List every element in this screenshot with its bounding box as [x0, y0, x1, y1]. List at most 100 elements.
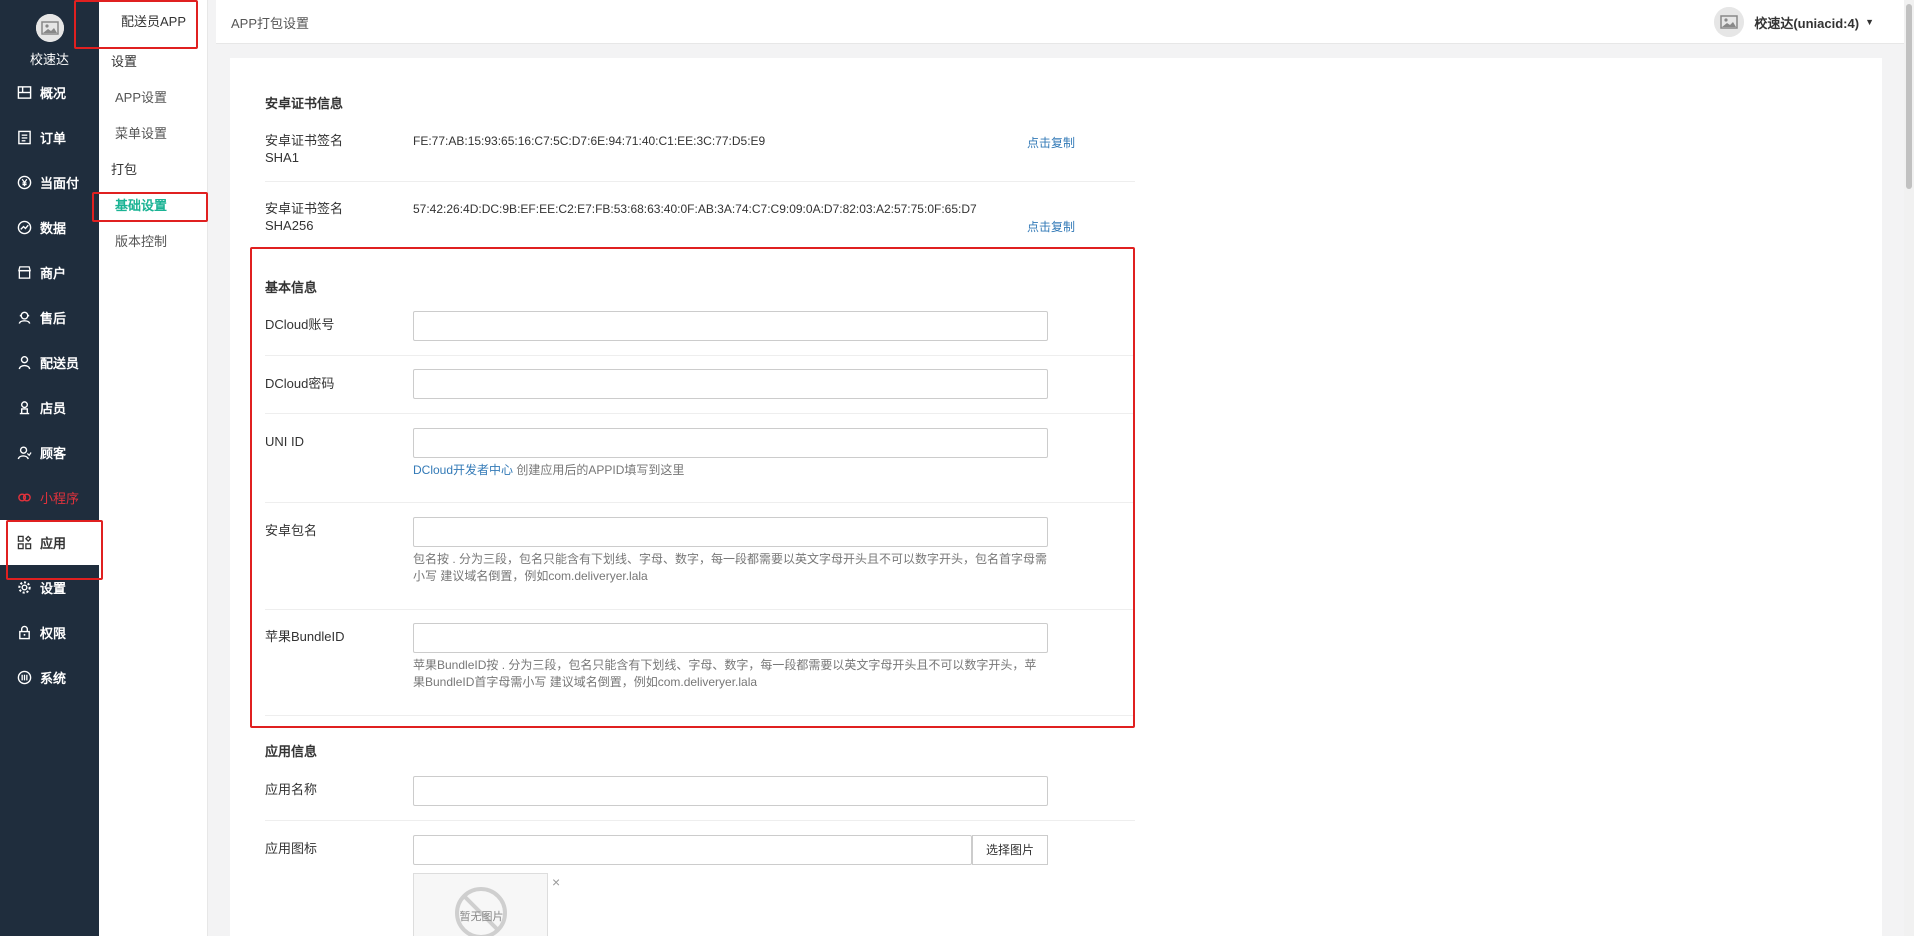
main-panel: 安卓证书信息 安卓证书签名 SHA1 FE:77:AB:15:93:65:16:…	[230, 58, 1882, 936]
sidebar-item-mini-program[interactable]: 小程序	[0, 475, 99, 520]
user-name: 校速达(uniacid:4)	[1754, 15, 1860, 31]
sub-sidebar: 配送员APP 设置 APP设置 菜单设置 打包 基础设置 版本控制	[99, 0, 208, 936]
divider	[265, 413, 1135, 414]
sidebar-item-couriers[interactable]: 配送员	[0, 340, 99, 385]
app-name-label: 应用名称	[265, 782, 318, 797]
sidebar-item-overview[interactable]: 概况	[0, 70, 99, 115]
lock-icon	[16, 625, 32, 641]
sha1-label-line2: SHA1	[265, 150, 299, 165]
overview-icon	[16, 85, 32, 101]
uni-id-input[interactable]	[413, 428, 1048, 458]
yuan-icon	[16, 175, 32, 191]
sidebar-item-customers[interactable]: 顾客	[0, 430, 99, 475]
sidebar-item-label: 配送员	[40, 356, 80, 371]
sidebar-item-label: 顾客	[40, 446, 67, 461]
basic-section-title: 基本信息	[265, 280, 318, 295]
apps-icon	[16, 535, 32, 551]
app-section-title: 应用信息	[265, 744, 318, 759]
sidebar-item-apps[interactable]: 应用	[0, 520, 99, 565]
courier-icon	[16, 355, 32, 371]
brand-logo-icon	[36, 14, 64, 42]
sha1-label: 安卓证书签名 SHA1	[265, 132, 385, 166]
sha1-label-line1: 安卓证书签名	[265, 133, 344, 148]
no-image-text: 暂无图片	[459, 911, 504, 923]
subnav-item-menu-settings[interactable]: 菜单设置	[99, 116, 207, 152]
subnav-item-app-settings[interactable]: APP设置	[99, 80, 207, 116]
brand[interactable]: 校速达	[0, 0, 99, 76]
main-menu: 概况 订单 当面付 数据 商户 售后 配送员 店员 顾客 小程序 应用 设置 权…	[0, 70, 99, 700]
sidebar-item-label: 概况	[40, 86, 67, 101]
sidebar-item-label: 系统	[40, 671, 67, 686]
sidebar-item-permissions[interactable]: 权限	[0, 610, 99, 655]
dcloud-password-label: DCloud密码	[265, 376, 335, 391]
android-package-input[interactable]	[413, 517, 1048, 547]
main-sidebar: 校速达 概况 订单 当面付 数据 商户 售后 配送员 店员 顾客 小程序 应用 …	[0, 0, 99, 936]
android-package-label: 安卓包名	[265, 523, 318, 538]
miniprogram-icon	[16, 490, 32, 506]
chart-icon	[16, 220, 32, 236]
sidebar-item-label: 商户	[40, 266, 67, 281]
gear-icon	[16, 580, 32, 596]
ios-bundle-help: 苹果BundleID按 . 分为三段，包名只能含有下划线、字母、数字，每一段都需…	[413, 658, 1037, 689]
cert-section-title: 安卓证书信息	[265, 96, 344, 111]
system-icon	[16, 670, 32, 686]
subnav-group-settings: 设置	[111, 54, 138, 69]
avatar	[1714, 7, 1745, 37]
copy-sha256-link[interactable]: 点击复制	[1027, 218, 1075, 235]
app-icon-label: 应用图标	[265, 841, 318, 856]
sidebar-item-face-pay[interactable]: 当面付	[0, 160, 99, 205]
subnav-item-basic-settings[interactable]: 基础设置	[99, 188, 207, 224]
sidebar-item-clerks[interactable]: 店员	[0, 385, 99, 430]
app-name-input[interactable]	[413, 776, 1048, 806]
customer-icon	[16, 445, 32, 461]
app-icon-preview: 暂无图片	[413, 873, 548, 936]
android-package-help: 包名按 . 分为三段，包名只能含有下划线、字母、数字，每一段都需要以英文字母开头…	[413, 552, 1048, 583]
clerk-icon	[16, 400, 32, 416]
sidebar-item-label: 设置	[40, 581, 67, 596]
sha1-value: FE:77:AB:15:93:65:16:C7:5C:D7:6E:94:71:4…	[413, 134, 766, 148]
page-scrollbar[interactable]	[1904, 0, 1914, 936]
sidebar-item-after-sales[interactable]: 售后	[0, 295, 99, 340]
uni-id-help: DCloud开发者中心 创建应用后的APPID填写到这里	[413, 462, 1048, 479]
divider	[265, 355, 1135, 356]
uni-id-help-text: 创建应用后的APPID填写到这里	[513, 463, 685, 477]
user-menu[interactable]: 校速达(uniacid:4) ▼	[1714, 6, 1874, 38]
remove-image-icon[interactable]: ×	[552, 874, 560, 890]
sidebar-item-merchants[interactable]: 商户	[0, 250, 99, 295]
sidebar-item-system[interactable]: 系统	[0, 655, 99, 700]
sha256-label-line1: 安卓证书签名	[265, 201, 344, 216]
sidebar-item-label: 店员	[40, 401, 67, 416]
caret-down-icon: ▼	[1865, 17, 1874, 27]
sidebar-item-orders[interactable]: 订单	[0, 115, 99, 160]
page-title: APP打包设置	[231, 16, 310, 31]
sha256-label-line2: SHA256	[265, 218, 314, 233]
ios-bundle-input[interactable]	[413, 623, 1048, 653]
sidebar-item-label: 小程序	[40, 491, 80, 506]
subnav-item-version-control[interactable]: 版本控制	[99, 224, 207, 260]
subnav-title[interactable]: 配送员APP	[99, 0, 207, 44]
store-icon	[16, 265, 32, 281]
ios-bundle-label: 苹果BundleID	[265, 629, 345, 644]
sidebar-item-data[interactable]: 数据	[0, 205, 99, 250]
sidebar-item-label: 当面付	[40, 176, 80, 191]
select-image-button[interactable]: 选择图片	[972, 835, 1048, 865]
aftersale-icon	[16, 310, 32, 326]
dcloud-dev-center-link[interactable]: DCloud开发者中心	[413, 463, 513, 477]
app-icon-input[interactable]	[413, 835, 972, 865]
sidebar-item-settings[interactable]: 设置	[0, 565, 99, 610]
dcloud-password-input[interactable]	[413, 369, 1048, 399]
sidebar-item-label: 数据	[40, 221, 67, 236]
top-header: APP打包设置 校速达(uniacid:4) ▼	[216, 0, 1914, 44]
divider	[265, 715, 1135, 716]
scrollbar-thumb[interactable]	[1906, 4, 1912, 189]
divider	[265, 609, 1135, 610]
copy-sha1-link[interactable]: 点击复制	[1027, 134, 1075, 151]
divider	[265, 820, 1135, 821]
order-icon	[16, 130, 32, 146]
divider	[265, 181, 1135, 182]
sidebar-item-label: 权限	[40, 626, 67, 641]
dcloud-account-input[interactable]	[413, 311, 1048, 341]
sidebar-item-label: 应用	[40, 536, 67, 551]
brand-name: 校速达	[29, 52, 69, 67]
sidebar-item-label: 订单	[40, 131, 67, 146]
